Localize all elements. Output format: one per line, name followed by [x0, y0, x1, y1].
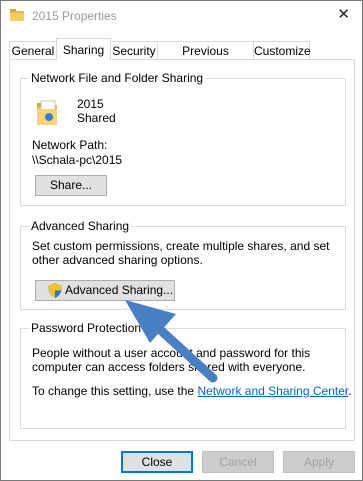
- change-setting-period: .: [348, 384, 352, 398]
- cancel-button[interactable]: Cancel: [202, 451, 274, 473]
- folder-icon: [10, 9, 24, 21]
- change-setting-line: To change this setting, use the Network …: [32, 384, 352, 398]
- network-path-label: Network Path:: [32, 138, 108, 152]
- tab-security[interactable]: Security: [110, 41, 158, 59]
- password-protection-group-label: Password Protection: [29, 321, 144, 335]
- window-title: 2015 Properties: [32, 9, 117, 23]
- close-window-button[interactable]: ✕: [337, 7, 350, 22]
- advanced-sharing-button-label: Advanced Sharing...: [65, 283, 174, 297]
- password-protection-group: Password Protection People without a use…: [20, 321, 352, 429]
- close-button[interactable]: Close: [121, 451, 193, 473]
- title-bar: 2015 Properties ✕: [1, 1, 362, 31]
- properties-window: 2015 Properties ✕ General Sharing Securi…: [0, 0, 363, 481]
- share-button[interactable]: Share...: [35, 175, 107, 196]
- apply-button[interactable]: Apply: [283, 451, 355, 473]
- change-setting-text: To change this setting, use the: [32, 384, 195, 398]
- tab-general[interactable]: General: [9, 41, 57, 59]
- network-sharing-group-label: Network File and Folder Sharing: [29, 71, 206, 85]
- shield-icon: [48, 283, 62, 298]
- shared-folder-icon: [37, 100, 57, 125]
- tab-customize[interactable]: Customize: [253, 41, 311, 59]
- password-protection-description: People without a user account and passwo…: [32, 346, 311, 374]
- advanced-sharing-description: Set custom permissions, create multiple …: [32, 239, 330, 267]
- sharing-tab-panel: Network File and Folder Sharing 2015 Sha…: [9, 59, 355, 441]
- tab-previous-versions[interactable]: Previous Versions: [157, 41, 254, 76]
- network-sharing-group: Network File and Folder Sharing 2015 Sha…: [20, 71, 346, 206]
- advanced-sharing-button[interactable]: Advanced Sharing...: [35, 280, 175, 301]
- advanced-sharing-group: Advanced Sharing Set custom permissions,…: [20, 219, 346, 310]
- network-path-value: \\Schala-pc\2015: [32, 153, 123, 167]
- tab-sharing[interactable]: Sharing: [56, 38, 111, 60]
- advanced-sharing-group-label: Advanced Sharing: [29, 219, 132, 233]
- network-sharing-center-link[interactable]: Network and Sharing Center: [197, 384, 348, 398]
- folder-name: 2015: [77, 97, 104, 111]
- folder-status: Shared: [77, 111, 116, 125]
